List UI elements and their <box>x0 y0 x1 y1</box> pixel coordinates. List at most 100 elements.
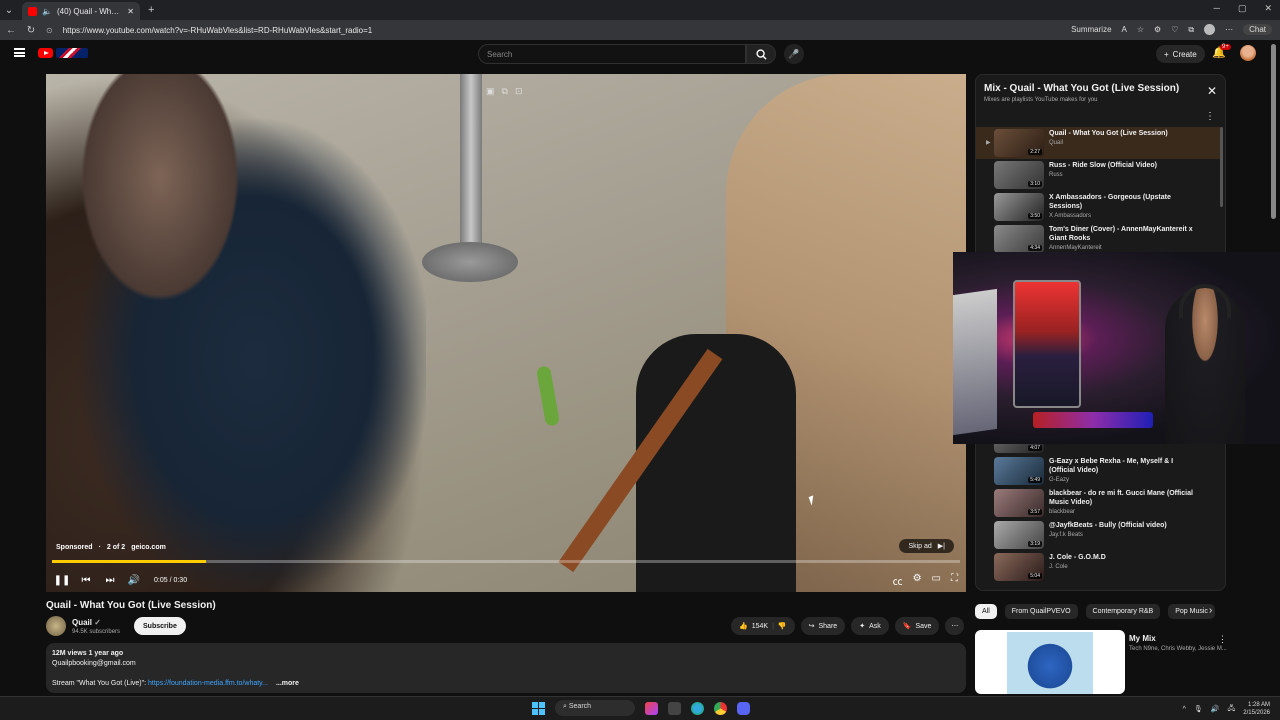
list-item[interactable]: 3:57 blackbear - do re mi ft. Gucci Mane… <box>976 487 1222 519</box>
notification-badge: 9+ <box>1220 44 1231 50</box>
search-input[interactable]: Search <box>478 44 746 64</box>
reader-icon[interactable]: A <box>1122 25 1127 34</box>
discord-icon[interactable] <box>737 701 750 715</box>
recommendation-title[interactable]: My Mix <box>1129 634 1156 643</box>
channel-avatar[interactable] <box>46 616 66 636</box>
close-window-icon[interactable]: ✕ <box>1264 3 1272 14</box>
captions-icon[interactable]: ㏄ <box>893 573 903 588</box>
youtube-logo-icon[interactable] <box>38 48 53 58</box>
speaker-tray-icon[interactable]: 🔊 <box>1211 705 1220 713</box>
maximize-icon[interactable]: ▢ <box>1238 3 1247 14</box>
tab-close-icon[interactable]: ✕ <box>127 7 134 16</box>
like-button[interactable]: 👍 154K | 👎 <box>731 617 795 635</box>
file-explorer-icon[interactable] <box>668 701 681 715</box>
more-icon[interactable]: ⋯ <box>1225 25 1233 34</box>
list-item[interactable]: 3:10 Russ - Ride Slow (Official Video) Ru… <box>976 159 1222 191</box>
new-tab-icon[interactable]: + <box>148 4 154 16</box>
pause-icon[interactable]: ❚❚ <box>50 575 74 586</box>
recommendation-menu-icon[interactable]: ⋮ <box>1218 634 1227 645</box>
playlist-scrollbar[interactable] <box>1220 127 1223 207</box>
create-button[interactable]: + Create <box>1156 45 1205 63</box>
flag-logo-icon[interactable] <box>56 48 88 58</box>
chrome-icon[interactable] <box>714 701 727 715</box>
chip-contemporary-rnb[interactable]: Contemporary R&B <box>1085 604 1161 619</box>
stream-link[interactable]: https://foundation-media.ffm.to/whaty... <box>148 680 268 687</box>
speaker-icon[interactable]: 🔈 <box>42 7 52 16</box>
next-icon[interactable]: ⏭ <box>98 575 122 586</box>
extensions-icon[interactable]: ⚙ <box>1154 25 1161 34</box>
tab-list-icon[interactable]: ⌄ <box>4 5 14 16</box>
description-box[interactable]: 12M views 1 year ago Quailpbooking@gmail… <box>46 643 966 693</box>
theater-icon[interactable]: ▭ <box>932 573 941 588</box>
chevron-up-icon[interactable]: ^ <box>1183 706 1186 713</box>
video-player[interactable]: ▣ ⧉ ⊡ Sponsored · 2 of 2 geico.com Skip … <box>46 74 966 592</box>
thumbnail: 2:27 <box>994 129 1044 157</box>
miniplayer-icon[interactable]: ▣ <box>486 86 495 97</box>
recommendation-subtitle: Tech N9ne, Chris Webby, Jessie M... <box>1129 646 1227 652</box>
network-icon[interactable]: 🖧 <box>1227 704 1235 715</box>
list-item[interactable]: 5:04 J. Cole - G.O.M.D J. Cole <box>976 551 1222 583</box>
progress-bar[interactable] <box>52 560 960 563</box>
playlist-title[interactable]: Mix - Quail - What You Got (Live Session… <box>984 83 1179 94</box>
chevron-right-icon[interactable]: › <box>1209 605 1212 616</box>
previous-icon[interactable]: ⏮ <box>74 575 98 586</box>
clock-time: 1:28 AM <box>1247 702 1270 708</box>
info-icon[interactable]: ⊡ <box>515 86 523 97</box>
advertiser-link[interactable]: geico.com <box>131 544 166 551</box>
fullscreen-icon[interactable]: ⛶ <box>951 573 958 588</box>
avatar[interactable] <box>1240 45 1256 61</box>
thumbnail: 3:19 <box>994 521 1044 549</box>
microphone-tray-icon[interactable]: 🎙 <box>1194 705 1203 713</box>
recommendation-thumbnail[interactable] <box>975 630 1125 694</box>
skip-ad-button[interactable]: Skip ad ▶| <box>899 539 954 553</box>
list-item[interactable]: ▶ 2:27 Quail - What You Got (Live Sessio… <box>976 127 1222 159</box>
menu-icon[interactable] <box>14 48 25 57</box>
close-icon[interactable]: ✕ <box>1207 84 1217 98</box>
item-title: @JayfkBeats - Bully (Official video) <box>1049 522 1167 529</box>
browser-tab[interactable]: 🔈 (40) Quail - What You Got (Li... ✕ <box>22 2 140 20</box>
duration: 2:27 <box>1028 149 1042 155</box>
settings-icon[interactable]: ⚙ <box>913 573 922 588</box>
playlist-menu-icon[interactable]: ⋮ <box>1205 111 1215 122</box>
tab-title: (40) Quail - What You Got (Li... <box>56 6 122 16</box>
list-item[interactable]: 3:50 X Ambassadors - Gorgeous (Upstate S… <box>976 191 1222 223</box>
colorful-app-icon[interactable] <box>645 701 658 715</box>
list-item[interactable]: 5:49 G-Eazy x Bebe Rexha - Me, Myself & … <box>976 455 1222 487</box>
chip-all[interactable]: All <box>975 604 997 619</box>
minimize-icon[interactable]: ─ <box>1214 3 1220 14</box>
voice-search-button[interactable]: 🎤 <box>784 44 804 64</box>
taskbar-search[interactable]: ⌕ Search <box>555 700 635 716</box>
site-info-icon[interactable]: ⊙ <box>46 26 53 35</box>
page-scrollbar[interactable] <box>1271 44 1276 219</box>
save-button[interactable]: 🔖 Save <box>894 617 940 635</box>
thumbs-up-icon: 👍 <box>739 623 748 630</box>
more-actions-button[interactable]: ⋯ <box>945 617 965 635</box>
subscribe-button[interactable]: Subscribe <box>134 617 186 635</box>
windows-start-icon[interactable] <box>532 701 545 715</box>
item-channel: G-Eazy <box>1049 477 1070 483</box>
url-field[interactable]: https://www.youtube.com/watch?v=-RHuWabV… <box>63 26 373 35</box>
list-item[interactable]: 4:34 Tom's Diner (Cover) - AnnenMayKante… <box>976 223 1222 255</box>
summarize-button[interactable]: Summarize <box>1071 25 1111 34</box>
channel-name[interactable]: Quail ✓ <box>72 618 101 627</box>
thumbs-down-icon[interactable]: 👎 <box>778 622 787 630</box>
clock[interactable]: 1:28 AM 2/15/2026 <box>1243 701 1270 717</box>
back-icon[interactable]: ← <box>6 25 16 36</box>
star-icon[interactable]: ☆ <box>1137 25 1144 34</box>
more-link[interactable]: ...more <box>276 680 299 687</box>
browser-profile-avatar[interactable] <box>1204 24 1216 35</box>
ask-button[interactable]: ✦ Ask <box>851 617 889 635</box>
chat-button[interactable]: Chat <box>1243 24 1272 35</box>
favorites-icon[interactable]: ♡ <box>1171 25 1178 34</box>
volume-icon[interactable]: 🔊 <box>122 575 146 586</box>
search-button[interactable] <box>746 44 776 64</box>
chip-from-channel[interactable]: From QuailPVEVO <box>1004 604 1078 619</box>
edge-icon[interactable] <box>691 701 704 715</box>
reload-icon[interactable]: ↻ <box>26 25 36 36</box>
address-bar-row: ← ↻ ⊙ https://www.youtube.com/watch?v=-R… <box>0 20 1280 40</box>
chip-pop-music[interactable]: Pop Music <box>1168 604 1215 619</box>
collections-icon[interactable]: ⧉ <box>1188 25 1194 35</box>
pip-icon[interactable]: ⧉ <box>502 86 508 97</box>
list-item[interactable]: 3:19 @JayfkBeats - Bully (Official video… <box>976 519 1222 551</box>
share-button[interactable]: ↪ Share <box>800 617 846 635</box>
